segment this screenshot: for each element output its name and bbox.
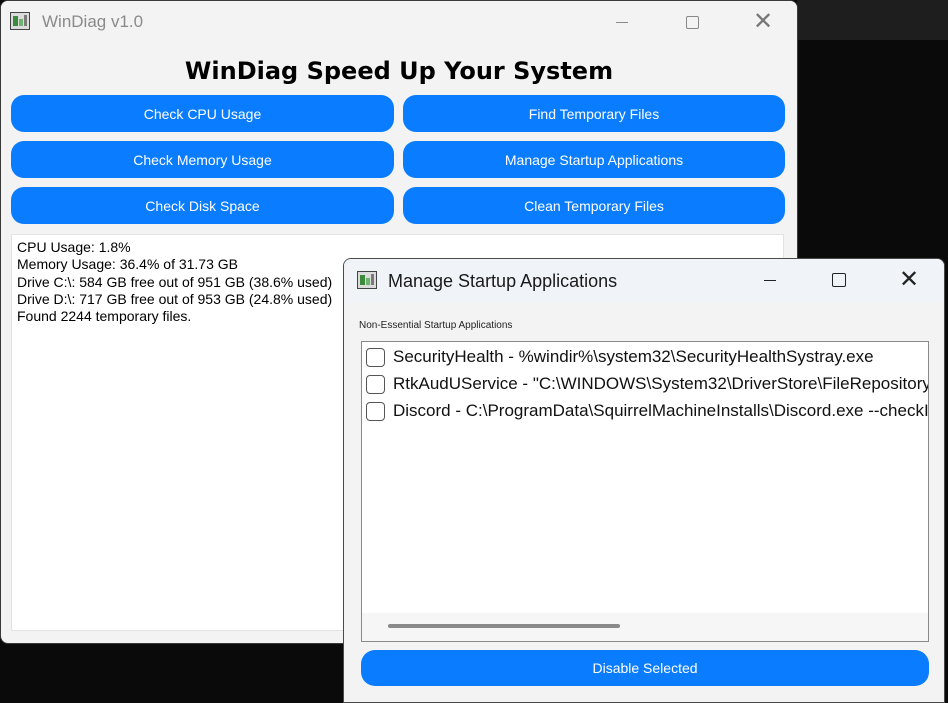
minimize-icon[interactable] xyxy=(747,263,793,297)
list-item-label: SecurityHealth - %windir%\system32\Secur… xyxy=(393,347,874,366)
output-line-cpu: CPU Usage: 1.8% xyxy=(17,239,131,255)
dialog-app-icon xyxy=(357,271,377,289)
minimize-icon[interactable] xyxy=(599,5,645,39)
checkbox-unchecked-icon[interactable] xyxy=(366,347,385,367)
check-cpu-button[interactable]: Check CPU Usage xyxy=(11,95,394,132)
close-icon[interactable]: ✕ xyxy=(740,5,786,39)
window-title: WinDiag v1.0 xyxy=(42,12,144,31)
list-item-label: RtkAudUService - "C:\WINDOWS\System32\Dr… xyxy=(393,374,929,393)
scrollbar-thumb[interactable] xyxy=(388,624,620,628)
disable-selected-button[interactable]: Disable Selected xyxy=(361,650,929,686)
horizontal-scrollbar[interactable] xyxy=(362,613,928,641)
startup-list[interactable]: SecurityHealth - %windir%\system32\Secur… xyxy=(361,341,929,642)
dialog-title: Manage Startup Applications xyxy=(388,271,618,291)
list-item[interactable]: Discord - C:\ProgramData\SquirrelMachine… xyxy=(366,399,929,423)
clean-temp-files-button[interactable]: Clean Temporary Files xyxy=(403,187,785,224)
section-label: Non-Essential Startup Applications xyxy=(359,320,513,331)
main-titlebar[interactable]: WinDiag v1.0 ✕ xyxy=(1,1,797,43)
find-temp-files-button[interactable]: Find Temporary Files xyxy=(403,95,785,132)
check-disk-button[interactable]: Check Disk Space xyxy=(11,187,394,224)
dialog-titlebar[interactable]: Manage Startup Applications ✕ xyxy=(344,259,944,303)
checkbox-unchecked-icon[interactable] xyxy=(366,401,385,421)
startup-dialog: Manage Startup Applications ✕ Non-Essent… xyxy=(343,258,945,703)
checkbox-unchecked-icon[interactable] xyxy=(366,374,385,394)
close-icon[interactable]: ✕ xyxy=(886,263,932,297)
manage-startup-button[interactable]: Manage Startup Applications xyxy=(403,141,785,178)
page-title: WinDiag Speed Up Your System xyxy=(184,57,614,85)
app-icon xyxy=(10,12,30,30)
list-item[interactable]: SecurityHealth - %windir%\system32\Secur… xyxy=(366,345,874,369)
list-item-label: Discord - C:\ProgramData\SquirrelMachine… xyxy=(393,401,929,420)
maximize-icon[interactable] xyxy=(816,263,862,297)
check-memory-button[interactable]: Check Memory Usage xyxy=(11,141,394,178)
maximize-icon[interactable] xyxy=(669,5,715,39)
list-item[interactable]: RtkAudUService - "C:\WINDOWS\System32\Dr… xyxy=(366,372,929,396)
background-window-strip xyxy=(797,0,948,40)
